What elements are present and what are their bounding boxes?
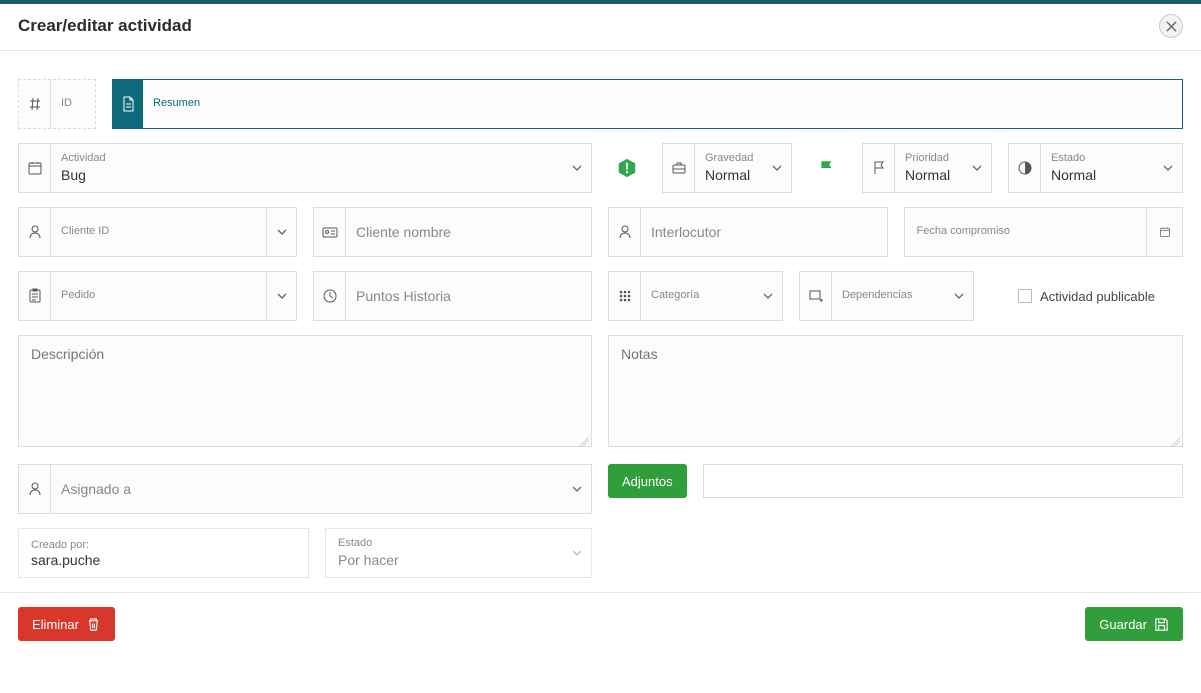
summary-field[interactable]: Resumen (112, 79, 1183, 129)
category-select[interactable]: Categoría (608, 271, 783, 321)
activity-select[interactable]: Actividad Bug (18, 143, 592, 193)
clock-icon (314, 272, 346, 320)
chevron-down-icon (1152, 144, 1182, 192)
id-field[interactable]: ID (18, 79, 96, 129)
flag-status-icon (808, 149, 846, 187)
id-card-icon (314, 208, 346, 256)
status-select[interactable]: Estado Normal (1008, 143, 1183, 193)
description-textarea[interactable] (18, 335, 592, 447)
hash-icon (19, 80, 51, 128)
chevron-down-icon (761, 144, 791, 192)
save-icon (1154, 617, 1169, 632)
dependencies-select[interactable]: Dependencias (799, 271, 974, 321)
assigned-to-select[interactable]: Asignado a (18, 464, 592, 514)
alert-badge-icon (608, 149, 646, 187)
person-icon (19, 208, 51, 256)
attachments-button[interactable]: Adjuntos (608, 464, 687, 498)
chevron-down-icon (561, 144, 591, 192)
chevron-down-icon (266, 272, 296, 320)
grid-icon (609, 272, 641, 320)
close-button[interactable] (1159, 14, 1183, 38)
trash-icon (86, 617, 101, 632)
person-icon (609, 208, 641, 256)
chevron-down-icon (943, 272, 973, 320)
created-by-display: Creado por: sara.puche (18, 528, 309, 578)
chevron-down-icon (561, 529, 591, 577)
publishable-checkbox[interactable]: Actividad publicable (990, 271, 1183, 321)
chevron-down-icon (752, 272, 782, 320)
link-icon (800, 272, 832, 320)
save-button[interactable]: Guardar (1085, 607, 1183, 641)
notes-textarea[interactable] (608, 335, 1183, 447)
client-name-input[interactable]: Cliente nombre (313, 207, 592, 257)
dialog-title: Crear/editar actividad (18, 16, 1159, 36)
commit-date-field[interactable]: Fecha compromiso (904, 207, 1184, 257)
order-select[interactable]: Pedido (18, 271, 297, 321)
flag-icon (863, 144, 895, 192)
person-icon (19, 465, 51, 513)
dialog-header: Crear/editar actividad (0, 4, 1201, 51)
dialog-footer: Eliminar Guardar (0, 592, 1201, 655)
story-points-input[interactable]: Puntos Historia (313, 271, 592, 321)
calendar-icon[interactable] (1146, 208, 1182, 256)
close-icon (1166, 21, 1177, 32)
calendar-icon (19, 144, 51, 192)
delete-button[interactable]: Eliminar (18, 607, 115, 641)
chevron-down-icon (961, 144, 991, 192)
attachments-input[interactable] (703, 464, 1183, 498)
contrast-icon (1009, 144, 1041, 192)
clipboard-icon (19, 272, 51, 320)
priority-select[interactable]: Prioridad Normal (862, 143, 992, 193)
severity-select[interactable]: Gravedad Normal (662, 143, 792, 193)
briefcase-icon (663, 144, 695, 192)
chevron-down-icon (266, 208, 296, 256)
document-icon (113, 80, 143, 128)
chevron-down-icon (561, 465, 591, 513)
checkbox-icon (1018, 289, 1032, 303)
state-select[interactable]: Estado Por hacer (325, 528, 592, 578)
interlocutor-input[interactable]: Interlocutor (608, 207, 888, 257)
client-id-select[interactable]: Cliente ID (18, 207, 297, 257)
